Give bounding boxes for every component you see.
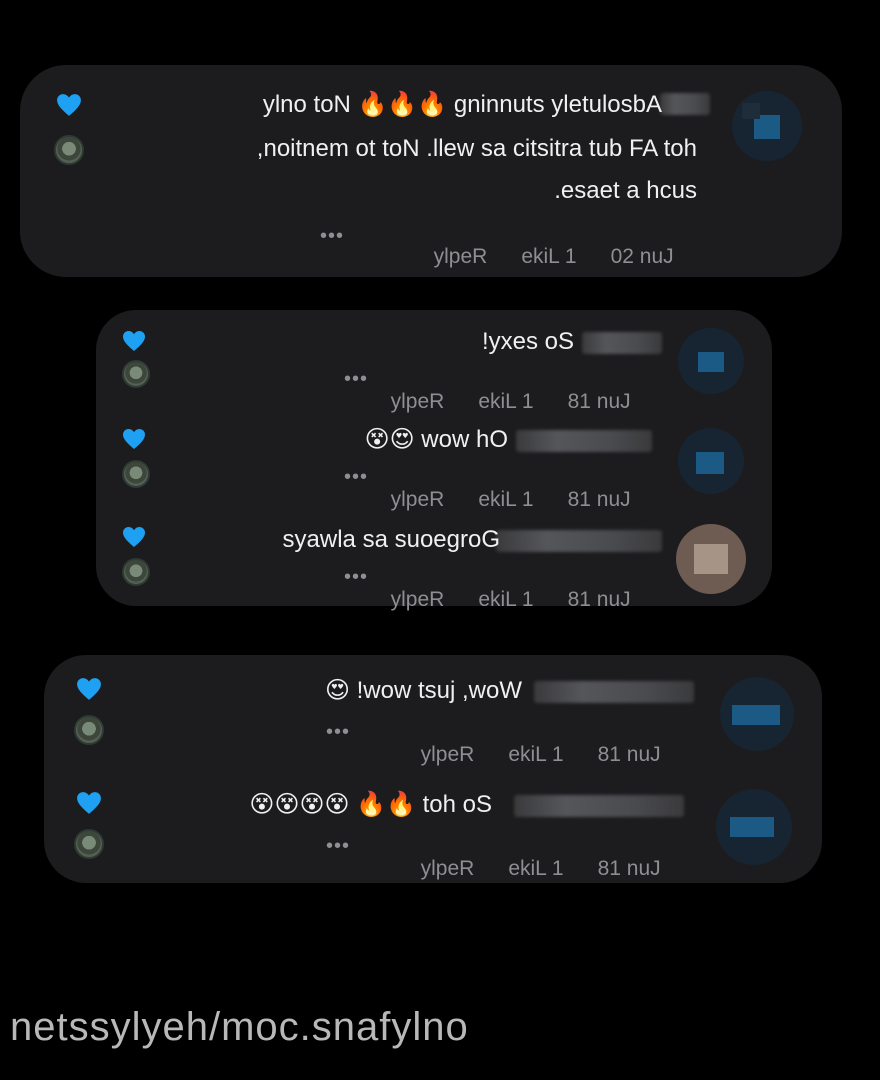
comment-meta: Jun 18 1 Like Reply <box>387 833 684 905</box>
reply-button[interactable]: Reply <box>391 488 445 511</box>
reply-button[interactable]: Reply <box>421 743 475 766</box>
reply-button[interactable]: Reply <box>434 245 488 268</box>
comment-card-1: Absolutely stunning 🔥🔥🔥 Not only hot AF … <box>20 65 842 277</box>
comment-text: So hot 🔥🔥 😵😵😵😵 <box>249 791 492 818</box>
watermark-text: onlyfans.com/heylyssten <box>10 1005 469 1049</box>
reply-text: Gorgeous as always <box>282 526 500 553</box>
reply-likes[interactable]: 1 Like <box>478 488 533 511</box>
comment-date: Jun 18 <box>597 857 661 880</box>
blurred-username[interactable] <box>514 795 684 817</box>
reply-date: Jun 18 <box>567 390 631 413</box>
heart-icon[interactable] <box>76 677 102 701</box>
comment-likes[interactable]: 1 Like <box>521 245 576 268</box>
creator-avatar-icon <box>122 558 150 586</box>
reply-date: Jun 18 <box>567 588 631 611</box>
comment-meta: Jun 18 1 Like Reply <box>387 719 684 791</box>
more-options-button[interactable]: ••• <box>344 466 368 489</box>
comment-likes[interactable]: 1 Like <box>508 857 563 880</box>
avatar[interactable] <box>732 91 802 161</box>
comment-meta: Jun 20 1 Like Reply <box>400 221 697 293</box>
heart-icon[interactable] <box>56 93 82 117</box>
heart-icon[interactable] <box>122 330 146 352</box>
comment-date: Jun 20 <box>610 245 674 268</box>
reply-meta: Jun 18 1 Like Reply <box>357 564 654 636</box>
more-options-button[interactable]: ••• <box>320 225 344 248</box>
more-options-button[interactable]: ••• <box>344 566 368 589</box>
reply-date: Jun 18 <box>567 488 631 511</box>
blurred-username[interactable] <box>516 430 652 452</box>
comment-likes[interactable]: 1 Like <box>508 743 563 766</box>
reply-likes[interactable]: 1 Like <box>478 390 533 413</box>
creator-avatar-icon <box>122 460 150 488</box>
heart-icon[interactable] <box>76 791 102 815</box>
comment-card-2: Wow, just wow! 😍 Jun 18 1 Like Reply ••• S… <box>44 655 822 883</box>
creator-avatar-icon <box>54 135 84 165</box>
creator-avatar-icon <box>74 715 104 745</box>
replies-card: So sexy! Jun 18 1 Like Reply ••• Oh wow 😍😵… <box>96 310 772 611</box>
avatar[interactable] <box>678 428 744 494</box>
blurred-username[interactable] <box>660 93 710 115</box>
comment-date: Jun 18 <box>597 743 661 766</box>
comment-text-line-2: hot AF but artistic as well. Not to ment… <box>256 135 697 162</box>
reply-text: Oh wow 😍😵 <box>364 426 508 453</box>
avatar[interactable] <box>676 524 746 594</box>
blurred-username[interactable] <box>534 681 694 703</box>
avatar[interactable] <box>678 328 744 394</box>
heart-icon[interactable] <box>122 428 146 450</box>
comment-text-line-1: Absolutely stunning 🔥🔥🔥 Not only <box>262 91 662 118</box>
avatar[interactable] <box>716 789 792 865</box>
avatar[interactable] <box>720 677 794 751</box>
reply-text: So sexy! <box>481 328 574 355</box>
reply-button[interactable]: Reply <box>391 390 445 413</box>
comment-text: Wow, just wow! 😍 <box>324 677 522 704</box>
more-options-button[interactable]: ••• <box>326 835 350 858</box>
blurred-username[interactable] <box>582 332 662 354</box>
comment-text-line-3: such a tease. <box>554 177 697 204</box>
reply-button[interactable]: Reply <box>391 588 445 611</box>
reply-likes[interactable]: 1 Like <box>478 588 533 611</box>
creator-avatar-icon <box>74 829 104 859</box>
blurred-username[interactable] <box>496 530 662 552</box>
creator-avatar-icon <box>122 360 150 388</box>
more-options-button[interactable]: ••• <box>326 721 350 744</box>
reply-button[interactable]: Reply <box>421 857 475 880</box>
heart-icon[interactable] <box>122 526 146 548</box>
more-options-button[interactable]: ••• <box>344 368 368 391</box>
